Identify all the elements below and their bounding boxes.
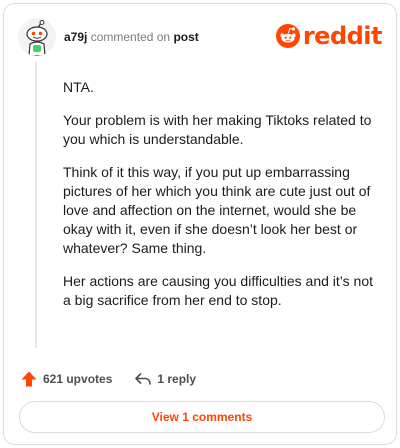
reddit-logo[interactable]: reddit bbox=[275, 22, 383, 50]
reddit-wordmark: reddit bbox=[302, 22, 383, 50]
snoo-avatar-icon bbox=[18, 18, 56, 56]
thread-line[interactable] bbox=[35, 62, 37, 348]
comment-paragraph: Her actions are causing you difficulties… bbox=[63, 273, 373, 308]
reply-count: 1 reply bbox=[157, 372, 197, 386]
reply-button[interactable]: 1 reply bbox=[134, 371, 196, 387]
comment-actions: 621 upvotes 1 reply bbox=[20, 368, 218, 390]
comment-body: NTA. Your problem is with her making Tik… bbox=[63, 78, 373, 324]
username-link[interactable]: a79j bbox=[64, 30, 87, 44]
comment-card: a79j commented on post reddit NTA. Your … bbox=[3, 3, 397, 445]
reddit-snoo-logo-icon bbox=[275, 24, 300, 48]
comment-paragraph: Think of it this way, if you put up emba… bbox=[63, 164, 371, 256]
comment-header: a79j commented on post reddit bbox=[18, 18, 383, 58]
upvote-count: 621 upvotes bbox=[43, 372, 113, 386]
reply-arrow-icon bbox=[135, 373, 152, 385]
comment-byline: a79j commented on post bbox=[64, 30, 199, 44]
view-comments-button[interactable]: View 1 comments bbox=[19, 401, 385, 433]
upvote-button[interactable]: 621 upvotes bbox=[20, 370, 112, 388]
action-text: commented on bbox=[90, 30, 171, 44]
post-link[interactable]: post bbox=[173, 30, 198, 44]
user-avatar[interactable] bbox=[18, 18, 56, 56]
comment-paragraph: NTA. bbox=[63, 79, 94, 95]
upvote-arrow-icon bbox=[21, 371, 37, 387]
comment-paragraph: Your problem is with her making Tiktoks … bbox=[63, 112, 372, 147]
